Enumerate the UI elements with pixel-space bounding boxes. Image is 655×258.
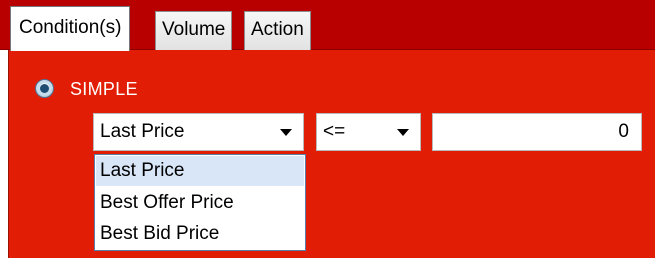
price-field-value: Last Price — [100, 121, 185, 142]
operator-value: <= — [323, 121, 346, 142]
simple-mode-label: SIMPLE — [70, 79, 138, 99]
radio-selected-icon[interactable] — [35, 79, 54, 98]
threshold-value: 0 — [618, 121, 629, 142]
tab-action[interactable]: Action — [244, 11, 311, 50]
chevron-down-icon[interactable] — [280, 129, 292, 136]
dropdown-option-last-price[interactable]: Last Price — [96, 156, 304, 186]
dropdown-option-best-bid-price[interactable]: Best Bid Price — [96, 219, 304, 249]
tab-strip: Condition(s) Volume Action — [0, 0, 655, 51]
tab-conditions[interactable]: Condition(s) — [10, 6, 131, 51]
operator-select[interactable]: <= — [316, 113, 421, 151]
tab-volume[interactable]: Volume — [155, 11, 233, 50]
dropdown-option-best-offer-price[interactable]: Best Offer Price — [96, 188, 304, 218]
threshold-input[interactable]: 0 — [432, 113, 642, 151]
price-field-dropdown-list: Last Price Best Offer Price Best Bid Pri… — [94, 154, 306, 251]
price-field-select[interactable]: Last Price — [93, 113, 304, 151]
chevron-down-icon[interactable] — [397, 129, 409, 136]
